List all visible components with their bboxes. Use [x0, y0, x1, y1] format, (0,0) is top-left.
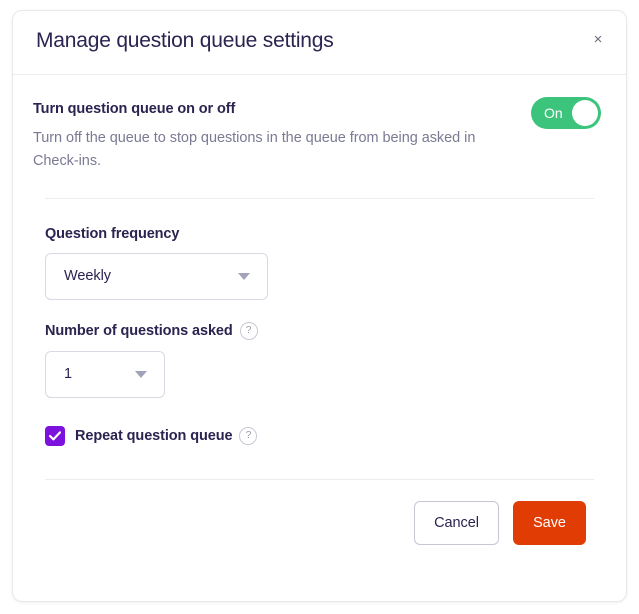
chevron-down-icon: [238, 273, 250, 281]
repeat-question-queue-label-text: Repeat question queue: [75, 427, 233, 444]
page-title: Manage question queue settings: [36, 29, 334, 52]
close-icon[interactable]: ×: [586, 27, 610, 51]
manage-question-queue-modal: Manage question queue settings × Turn qu…: [12, 10, 627, 602]
number-of-questions-value: 1: [64, 366, 73, 383]
help-circle-icon[interactable]: ?: [239, 426, 258, 445]
modal-header: Manage question queue settings ×: [13, 11, 626, 75]
cancel-button[interactable]: Cancel: [414, 500, 499, 545]
save-button[interactable]: Save: [513, 500, 586, 545]
repeat-question-queue-checkbox[interactable]: [45, 425, 65, 446]
queue-toggle-heading: Turn question queue on or off: [33, 101, 236, 117]
toggle-state-label: On: [544, 105, 563, 121]
repeat-question-queue-row: Repeat question queue ?: [45, 425, 606, 446]
toggle-knob: [572, 100, 598, 126]
question-frequency-label-text: Question frequency: [45, 225, 180, 242]
number-of-questions-select[interactable]: 1: [45, 350, 165, 398]
modal-footer: Cancel Save: [33, 480, 606, 545]
question-frequency-label: Question frequency: [45, 226, 606, 242]
repeat-question-queue-label: Repeat question queue ?: [75, 426, 258, 445]
chevron-down-icon: [135, 371, 147, 379]
modal-body: Turn question queue on or off Turn off t…: [13, 75, 626, 545]
queue-on-off-toggle[interactable]: On: [531, 97, 601, 129]
question-frequency-value: Weekly: [64, 268, 111, 285]
queue-toggle-description: Turn off the queue to stop questions in …: [33, 130, 476, 170]
check-icon: [49, 431, 61, 441]
number-of-questions-label: Number of questions asked ?: [45, 321, 606, 340]
number-of-questions-label-text: Number of questions asked: [45, 322, 233, 339]
help-circle-icon[interactable]: ?: [239, 321, 258, 340]
queue-settings-fields: Question frequency Weekly Number of ques…: [33, 199, 606, 479]
question-frequency-select[interactable]: Weekly: [45, 252, 268, 300]
queue-toggle-section: Turn question queue on or off Turn off t…: [33, 75, 606, 198]
